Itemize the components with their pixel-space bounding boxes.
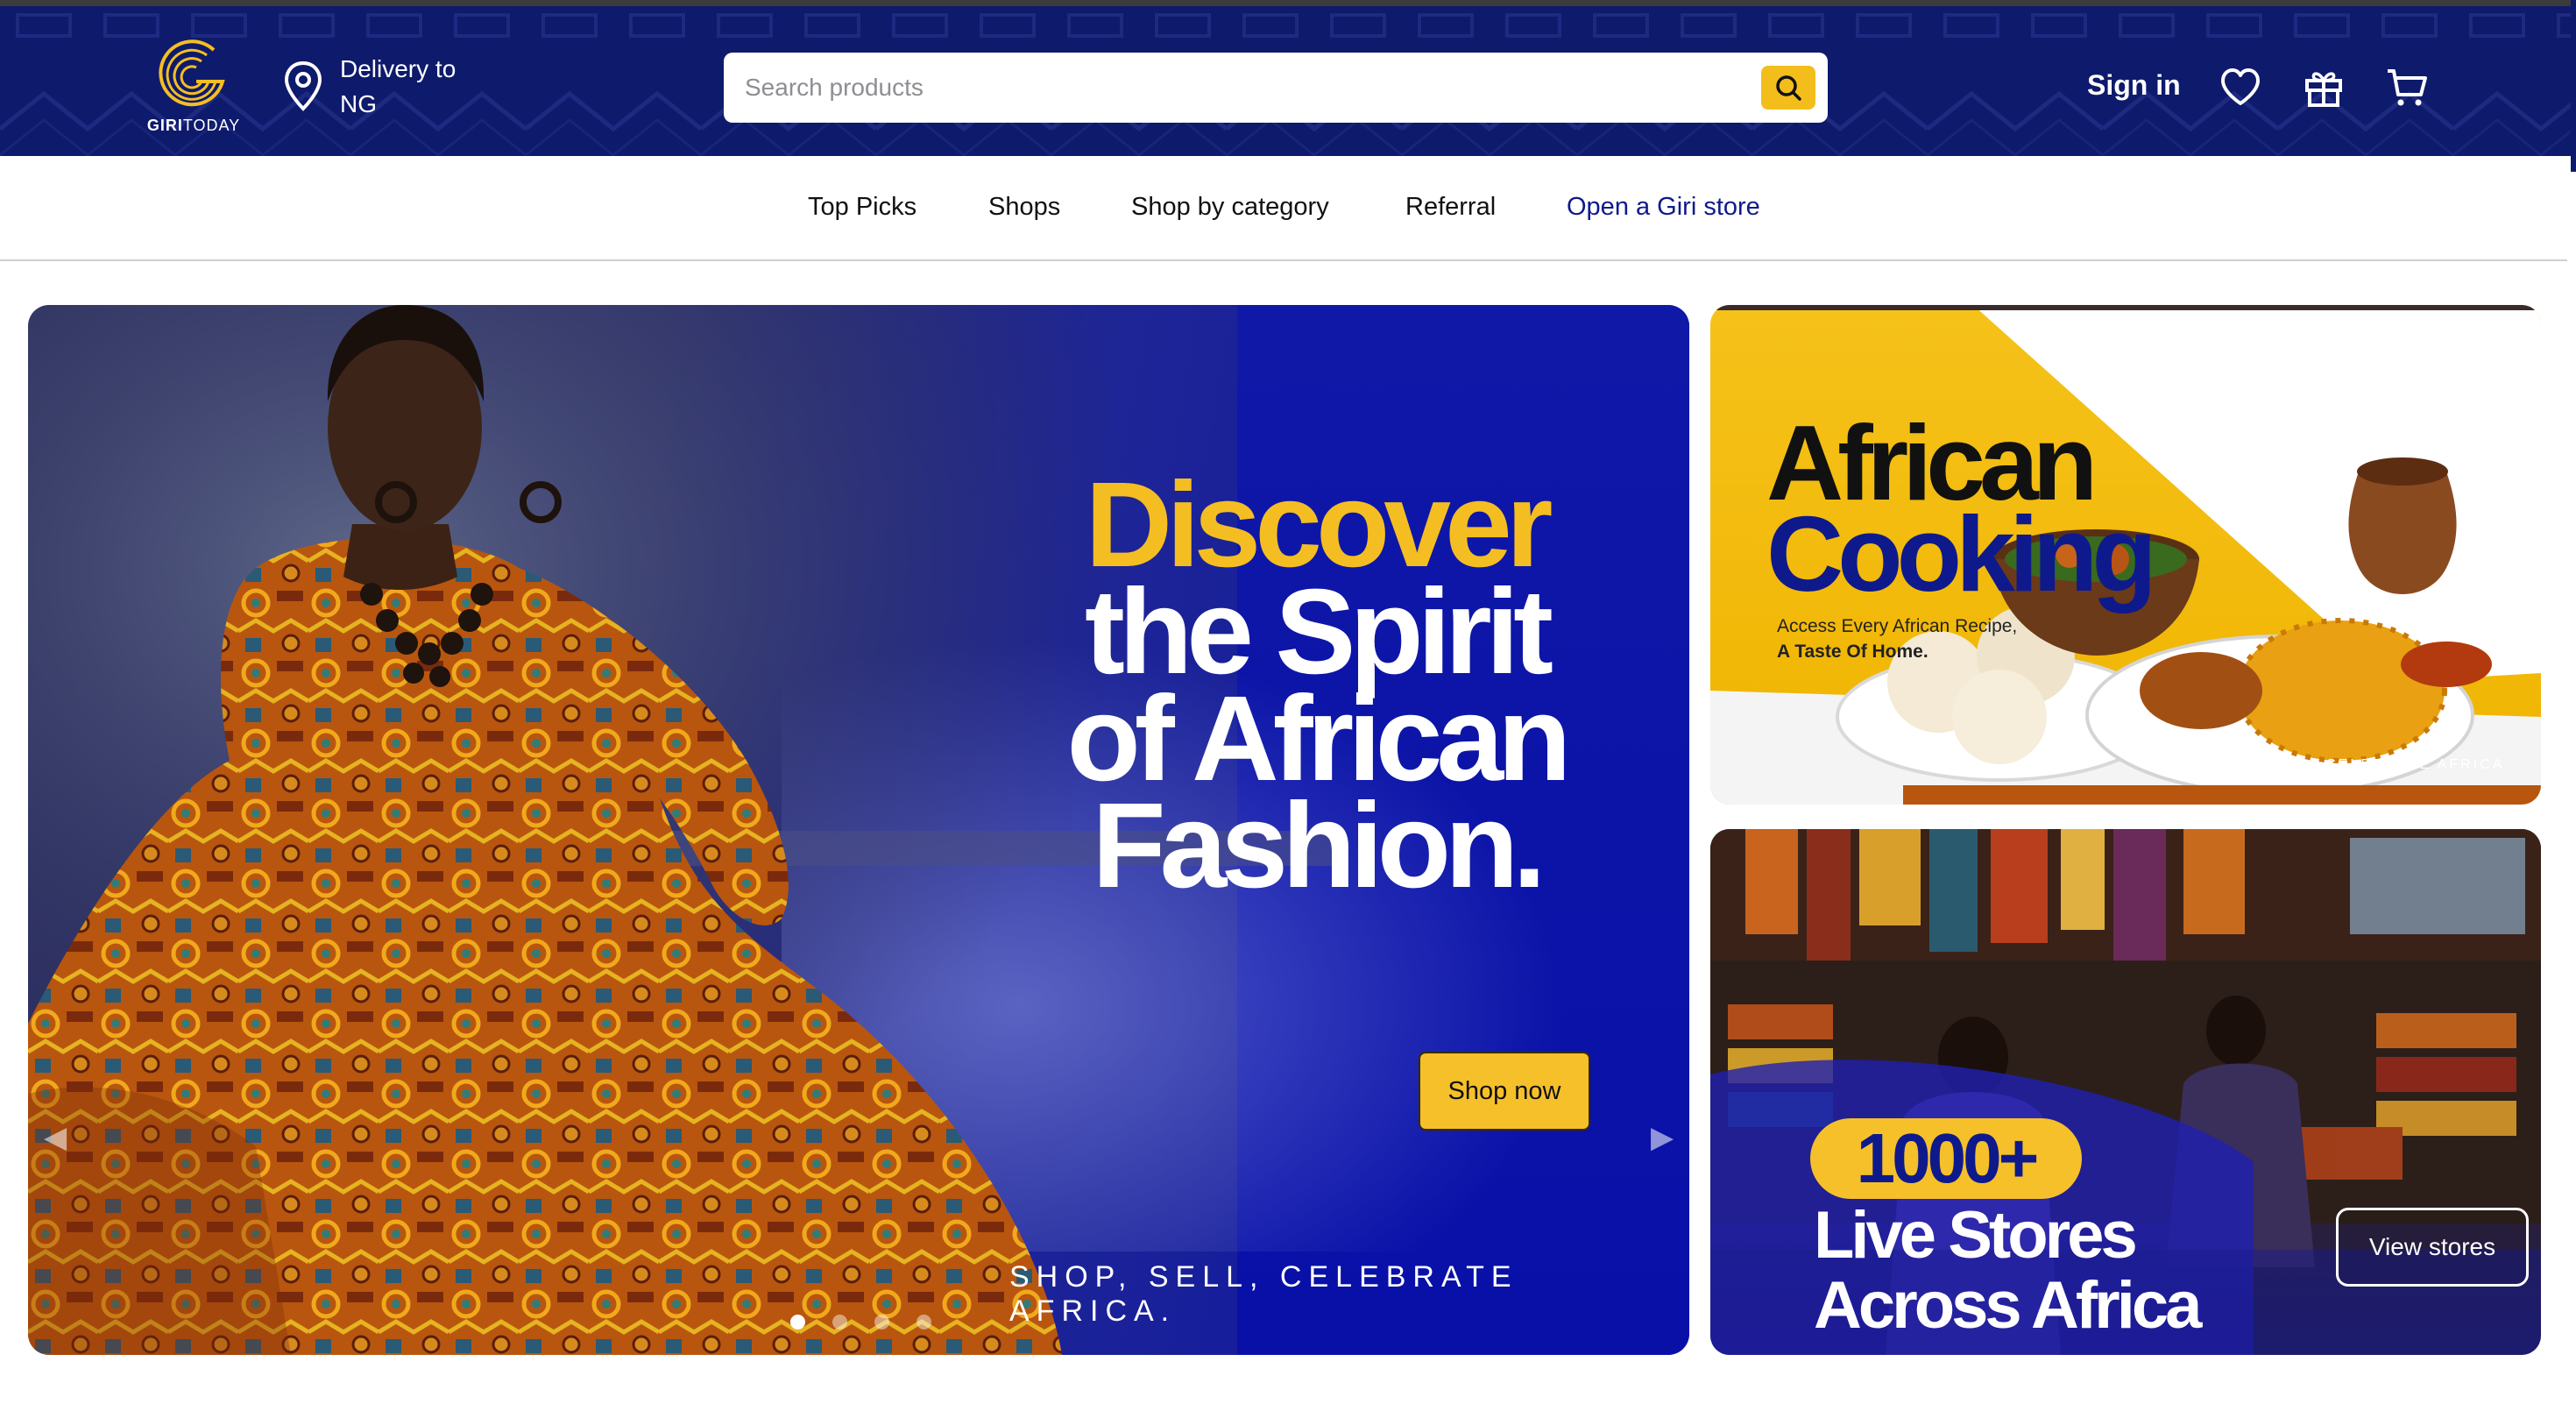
live-stores-banner[interactable]: 1000+ Live Stores Across Africa View sto… — [1710, 829, 2541, 1355]
cooking-subtitle-line-2: A Taste Of Home. — [1777, 642, 1928, 662]
nav-item-shop-by-category[interactable]: Shop by category — [1131, 193, 1329, 222]
carousel-dot-3[interactable] — [874, 1315, 889, 1330]
nav-item-shops[interactable]: Shops — [988, 193, 1060, 222]
carousel-dot-4[interactable] — [916, 1315, 931, 1330]
location-pin-icon — [284, 60, 322, 111]
logo-brand-bold: GIRI — [146, 117, 183, 134]
cooking-title: African Cooking — [1766, 409, 2157, 613]
giritoday-logo[interactable]: GIRITODAY — [137, 38, 251, 139]
hero-title-line-2: the Spirit — [1084, 564, 1553, 699]
carousel-prev-icon[interactable]: ◀ — [44, 1120, 67, 1155]
search-button[interactable] — [1761, 66, 1815, 110]
cooking-subtitle: Access Every African Recipe, A Taste Of … — [1777, 613, 2017, 664]
hero-tagline: SHOP, SELL, CELEBRATE AFRICA. — [1009, 1260, 1518, 1328]
heart-icon[interactable] — [2219, 66, 2262, 110]
sign-in-link[interactable]: Sign in — [2087, 69, 2181, 102]
cooking-subtitle-line-1: Access Every African Recipe, — [1777, 616, 2018, 636]
hero-title-line-4: Fashion. — [1092, 778, 1546, 913]
cart-icon[interactable] — [2385, 66, 2429, 110]
carousel-dots — [790, 1315, 931, 1330]
nav-item-open-store[interactable]: Open a Giri store — [1567, 193, 1760, 222]
carousel-dot-2[interactable] — [832, 1315, 847, 1330]
delivery-location[interactable]: Delivery to NG — [282, 52, 456, 122]
carousel-dot-1[interactable] — [790, 1315, 805, 1330]
logo-brand-light: TODAY — [182, 117, 241, 134]
category-nav: Top Picks Shops Shop by category Referra… — [0, 156, 2567, 261]
gift-icon[interactable] — [2302, 66, 2346, 110]
hero-title-highlight: Discover — [1085, 457, 1553, 592]
shop-now-button[interactable]: Shop now — [1419, 1052, 1590, 1131]
hero-title-line-3: of African — [1066, 671, 1572, 806]
delivery-country: NG — [340, 90, 377, 117]
african-cooking-banner[interactable]: African Cooking Access Every African Rec… — [1710, 305, 2541, 805]
stores-title-line-1: Live Stores — [1814, 1198, 2138, 1273]
view-stores-button[interactable]: View stores — [2336, 1208, 2529, 1287]
page-scrollbar[interactable] — [2571, 0, 2576, 172]
nav-item-referral[interactable]: Referral — [1405, 193, 1496, 222]
delivery-label: Delivery to — [340, 55, 456, 82]
logo-wordmark: GIRITODAY — [137, 117, 251, 135]
cooking-title-line-2: Cooking — [1766, 494, 2157, 613]
search-input[interactable] — [745, 74, 1744, 102]
logo-mark-icon — [159, 39, 225, 107]
stores-title-line-2: Across Africa — [1814, 1268, 2202, 1343]
search-bar — [724, 53, 1828, 123]
cooking-tagline: SHOP, SELL, CELEBRATE AFRICA. — [2206, 757, 2511, 772]
carousel-next-icon[interactable]: ▶ — [1651, 1120, 1674, 1155]
stores-count-badge: 1000+ — [1810, 1118, 2082, 1199]
search-icon — [1776, 75, 1801, 101]
hero-headline: Discover the Spirit of African Fashion. — [1036, 457, 1596, 913]
delivery-text: Delivery to NG — [340, 52, 456, 122]
nav-item-top-picks[interactable]: Top Picks — [808, 193, 916, 222]
hero-banner[interactable]: Discover the Spirit of African Fashion. … — [28, 305, 1689, 1355]
top-header: GIRITODAY Delivery to NG Sign in — [0, 0, 2576, 156]
